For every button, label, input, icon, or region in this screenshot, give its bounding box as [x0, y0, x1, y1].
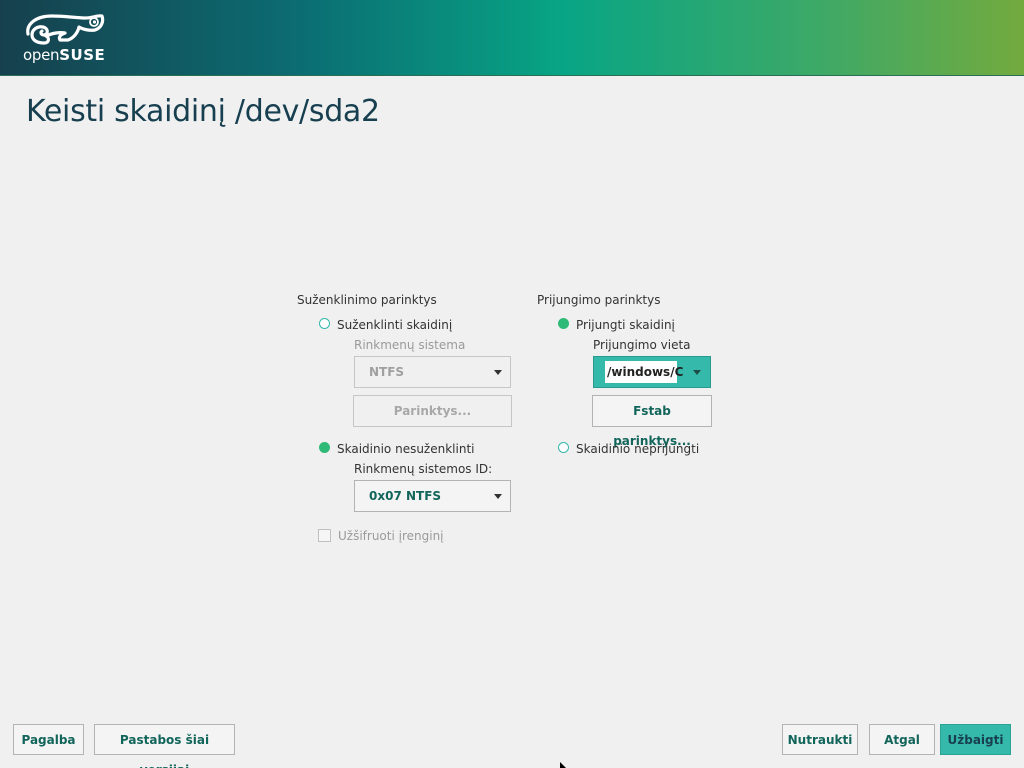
mount-partition-radio[interactable] [558, 318, 569, 329]
fsid-value: 0x07 NTFS [369, 489, 442, 503]
chevron-down-icon [494, 494, 502, 499]
chevron-down-icon [494, 370, 502, 375]
chameleon-icon [26, 14, 105, 45]
opensuse-logo: openSUSE [22, 12, 106, 64]
finish-button[interactable]: Užbaigti [940, 724, 1011, 755]
encrypt-device-label[interactable]: Užšifruoti įrenginį [338, 529, 444, 543]
fsid-label: Rinkmenų sistemos ID: [354, 462, 493, 476]
do-not-format-radio[interactable] [319, 442, 330, 453]
filesystem-combo[interactable]: NTFS [354, 356, 511, 388]
release-notes-button[interactable]: Pastabos šiai versijai [94, 724, 235, 768]
fsid-combo[interactable]: 0x07 NTFS [354, 480, 511, 512]
format-options-button[interactable]: Parinktys... [353, 395, 512, 427]
logo-wordmark: openSUSE [23, 46, 105, 64]
encrypt-device-checkbox[interactable] [318, 529, 331, 542]
format-partition-label[interactable]: Suženklinti skaidinį [337, 318, 452, 332]
do-not-format-label[interactable]: Skaidinio nesuženklinti [337, 442, 474, 456]
format-partition-radio[interactable] [319, 318, 330, 329]
page-title: Keisti skaidinį /dev/sda2 [26, 94, 380, 129]
abort-button[interactable]: Nutraukti [782, 724, 858, 755]
mountpoint-combo[interactable]: /windows/C [593, 356, 711, 388]
mount-options-title: Prijungimo parinktys [537, 293, 661, 307]
fstab-options-button[interactable]: Fstab parinktys... [592, 395, 712, 448]
do-not-mount-radio[interactable] [558, 442, 569, 453]
back-button[interactable]: Atgal [869, 724, 935, 755]
mount-partition-label[interactable]: Prijungti skaidinį [576, 318, 675, 332]
mouse-cursor-icon [560, 762, 566, 768]
logo-text-light: open [23, 46, 60, 64]
mountpoint-input[interactable]: /windows/C [605, 361, 683, 383]
do-not-mount-label[interactable]: Skaidinio neprijungti [576, 442, 699, 456]
help-button[interactable]: Pagalba [13, 724, 84, 755]
logo-text-bold: SUSE [59, 46, 106, 64]
filesystem-value: NTFS [369, 365, 405, 379]
chevron-down-icon[interactable] [693, 370, 701, 375]
mountpoint-label: Prijungimo vieta [593, 338, 691, 352]
header-banner: openSUSE [0, 0, 1024, 76]
filesystem-label: Rinkmenų sistema [354, 338, 466, 352]
format-options-title: Suženklinimo parinktys [297, 293, 437, 307]
